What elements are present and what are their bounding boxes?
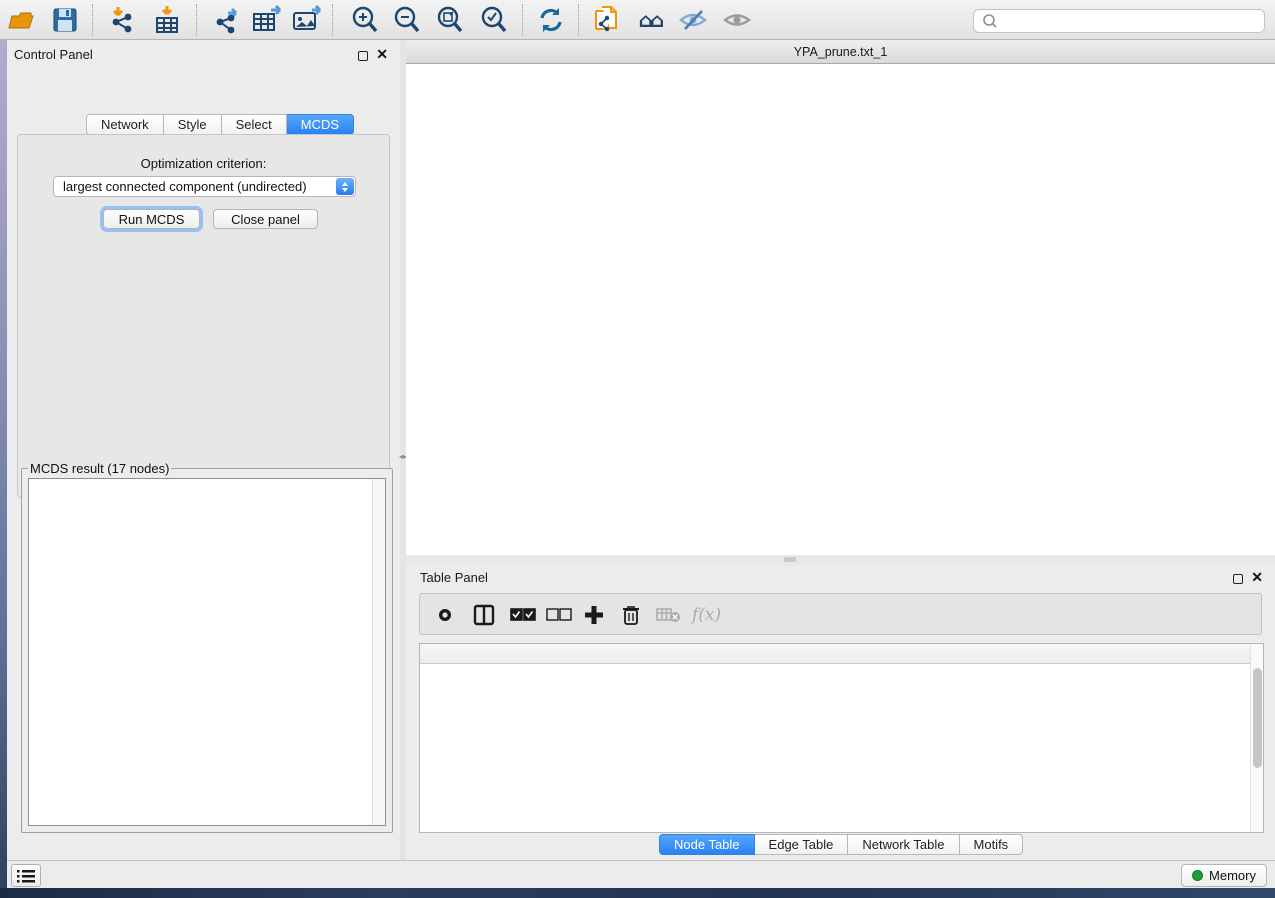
table-toolbar: f(x): [419, 593, 1262, 635]
table-panel: Table Panel ✕ f(x) Node: [406, 565, 1275, 860]
optimization-criterion-label: Optimization criterion:: [18, 156, 389, 171]
table-panel-title: Table Panel: [420, 570, 488, 585]
table-scrollbar-thumb[interactable]: [1253, 668, 1262, 768]
mcds-result-group: MCDS result (17 nodes): [21, 461, 393, 833]
import-table-icon[interactable]: [150, 4, 184, 36]
tab-network[interactable]: Network: [86, 114, 164, 135]
list-icon: [17, 869, 35, 883]
network-window-titlebar[interactable]: YPA_prune.txt_1: [406, 40, 1275, 64]
table-panel-tabs: Node Table Edge Table Network Table Moti…: [659, 834, 1023, 855]
first-neighbors-icon[interactable]: ⌂⌂: [633, 4, 667, 36]
zoom-fit-icon[interactable]: [433, 4, 467, 36]
zoom-in-icon[interactable]: [348, 4, 382, 36]
tab-edge-table[interactable]: Edge Table: [755, 834, 849, 855]
close-panel-icon[interactable]: ✕: [376, 49, 388, 59]
table-scrollbar[interactable]: [1250, 644, 1263, 832]
select-all-icon[interactable]: [510, 600, 536, 630]
close-panel-button[interactable]: Close panel: [213, 209, 318, 229]
save-icon[interactable]: [48, 4, 82, 36]
control-panel: Control Panel ✕ Network Style Select MCD…: [7, 40, 400, 860]
export-network-icon[interactable]: [210, 4, 244, 36]
network-window-title: YPA_prune.txt_1: [406, 45, 1275, 59]
open-file-icon[interactable]: [4, 4, 38, 36]
dropdown-stepper-icon: [336, 178, 354, 195]
tab-select[interactable]: Select: [222, 114, 287, 135]
export-table-icon[interactable]: [250, 4, 284, 36]
zoom-selected-icon[interactable]: [477, 4, 511, 36]
control-panel-tabs: Network Style Select MCDS: [86, 114, 354, 135]
tab-motifs[interactable]: Motifs: [960, 834, 1024, 855]
export-image-icon[interactable]: [290, 4, 324, 36]
network-canvas[interactable]: [406, 64, 1275, 555]
mcds-list-scrollbar[interactable]: [372, 479, 385, 825]
table-header-row: [420, 644, 1251, 664]
criterion-value: largest connected component (undirected): [63, 179, 307, 194]
deselect-all-icon[interactable]: [546, 600, 572, 630]
task-history-button[interactable]: [11, 864, 41, 887]
function-builder-icon[interactable]: f(x): [692, 600, 721, 630]
run-mcds-button[interactable]: Run MCDS: [103, 209, 200, 229]
columns-icon[interactable]: [472, 600, 496, 630]
main-toolbar: ⌂⌂: [0, 0, 1275, 40]
memory-status-dot: [1192, 870, 1203, 881]
hide-selected-icon[interactable]: [676, 4, 710, 36]
control-panel-title: Control Panel: [14, 47, 93, 62]
refresh-icon[interactable]: [534, 4, 568, 36]
toolbar-separator: [196, 4, 197, 36]
toolbar-separator: [522, 4, 523, 36]
tab-node-table[interactable]: Node Table: [659, 834, 755, 855]
search-icon: [982, 13, 998, 29]
delete-icon[interactable]: [621, 600, 641, 630]
zoom-out-icon[interactable]: [390, 4, 424, 36]
clear-table-icon[interactable]: [656, 600, 682, 630]
search-input[interactable]: [998, 14, 1248, 29]
toolbar-separator: [92, 4, 93, 36]
float-table-panel-icon[interactable]: [1233, 571, 1243, 589]
memory-label: Memory: [1209, 868, 1256, 883]
tab-network-table[interactable]: Network Table: [848, 834, 959, 855]
duplicate-network-icon[interactable]: [590, 4, 624, 36]
criterion-dropdown[interactable]: largest connected component (undirected): [53, 176, 356, 197]
gear-icon[interactable]: [434, 600, 456, 630]
horizontal-splitter[interactable]: [406, 555, 1275, 565]
tab-style[interactable]: Style: [164, 114, 222, 135]
horizontal-splitter-grip[interactable]: [784, 557, 796, 562]
network-graph[interactable]: [406, 64, 1275, 555]
show-all-icon[interactable]: [720, 4, 754, 36]
mcds-tab-pane: Optimization criterion: largest connecte…: [17, 134, 390, 498]
mcds-result-title: MCDS result (17 nodes): [28, 461, 171, 476]
float-panel-icon[interactable]: [358, 48, 368, 66]
close-table-panel-icon[interactable]: ✕: [1251, 572, 1263, 582]
memory-button[interactable]: Memory: [1181, 864, 1267, 887]
import-network-icon[interactable]: [106, 4, 140, 36]
mcds-result-list[interactable]: [28, 478, 386, 826]
status-bar: Memory: [7, 860, 1275, 888]
search-input-wrapper[interactable]: [973, 9, 1265, 33]
desktop-wallpaper-bottom: [0, 888, 1275, 898]
add-icon[interactable]: [583, 600, 605, 630]
toolbar-separator: [332, 4, 333, 36]
toolbar-separator: [578, 4, 579, 36]
tab-mcds[interactable]: MCDS: [287, 114, 354, 135]
desktop-wallpaper-left: [0, 40, 7, 888]
node-table: [419, 643, 1264, 833]
